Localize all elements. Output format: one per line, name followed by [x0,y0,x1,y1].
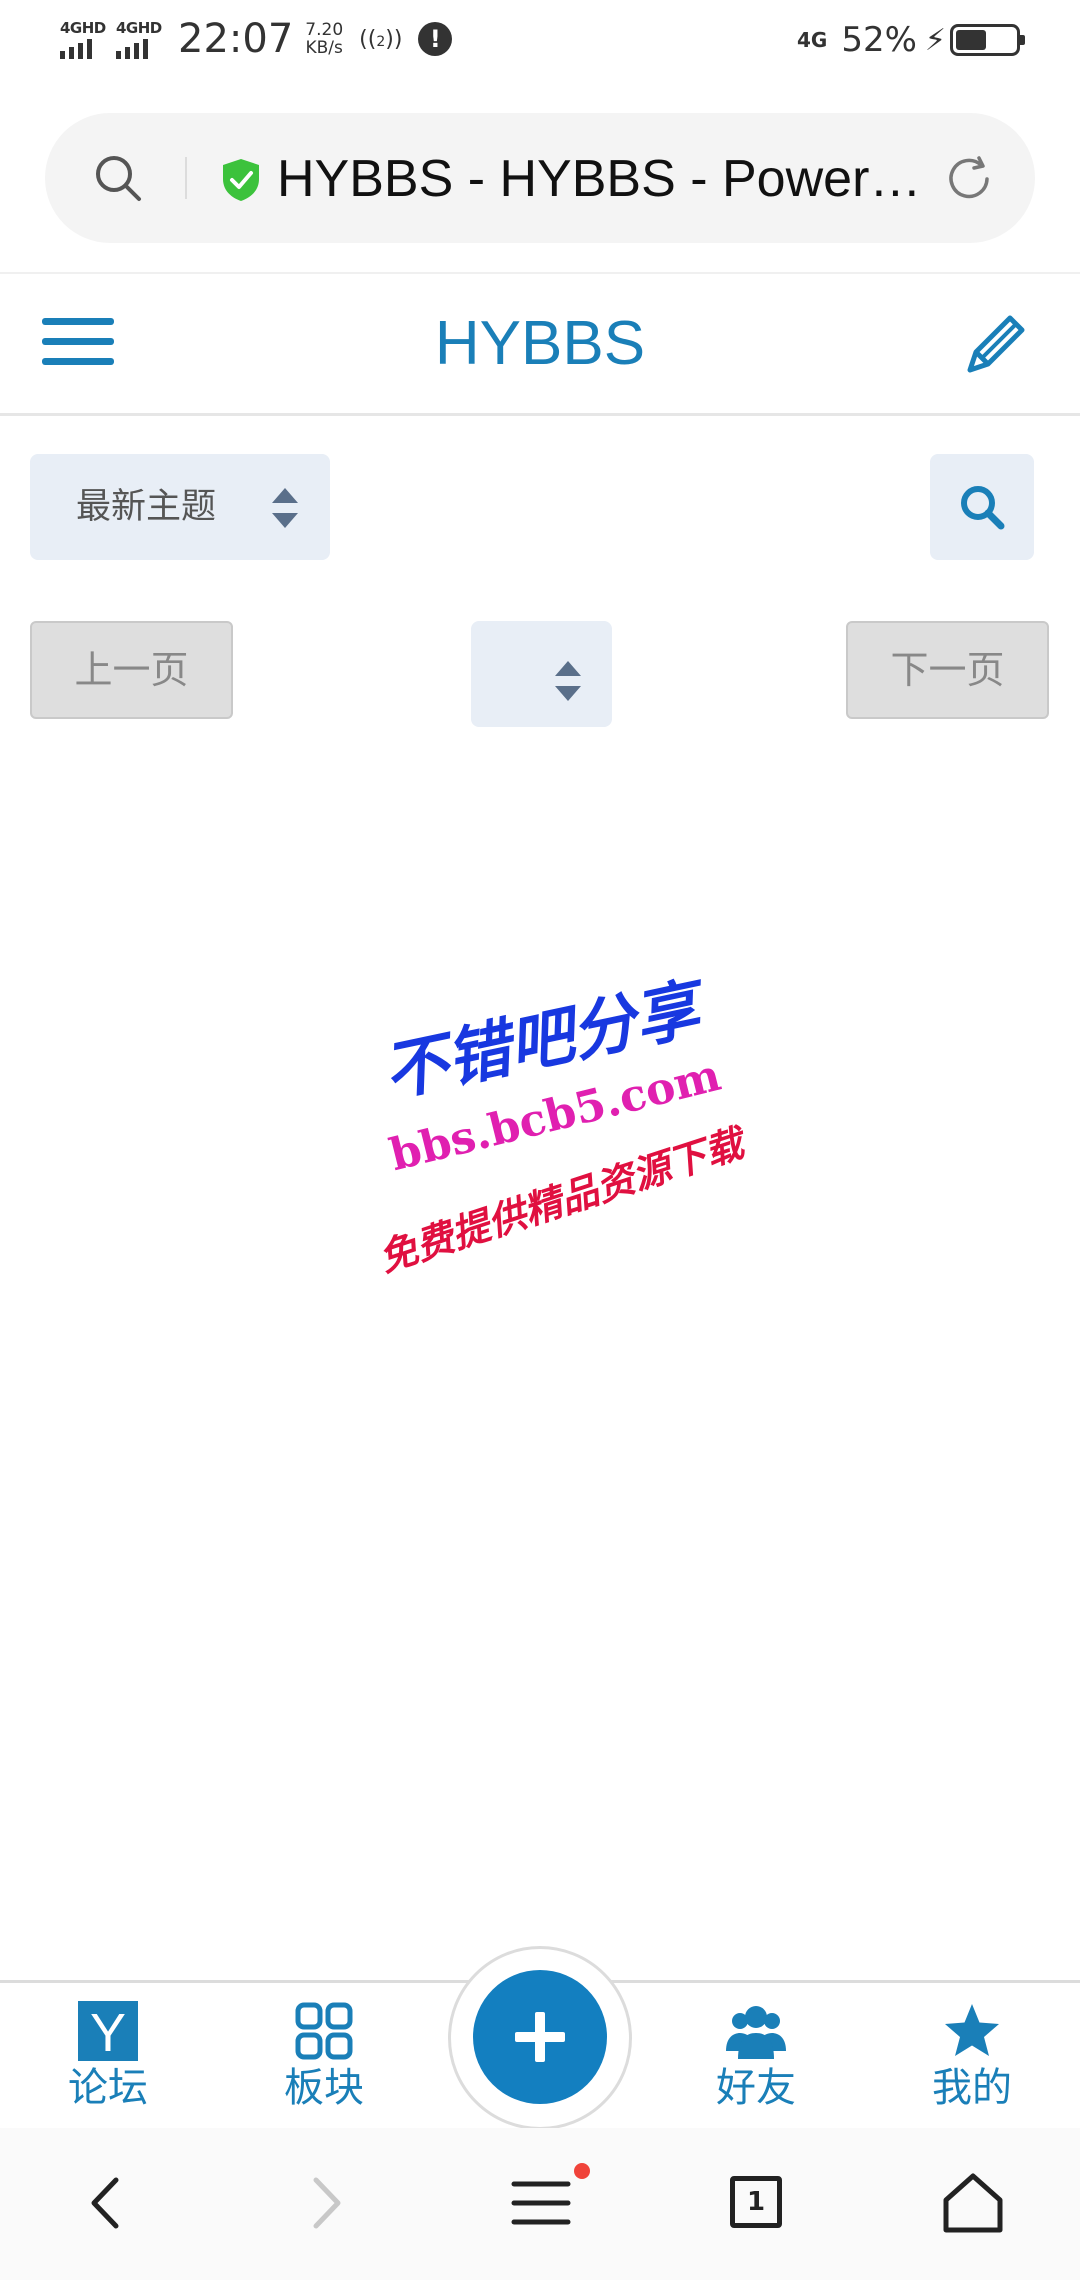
tab-board-label: 板块 [284,2065,364,2111]
grid-icon [295,2002,353,2060]
add-post-button[interactable] [473,1970,607,2104]
reload-icon[interactable] [943,153,995,205]
secure-shield-icon [223,159,259,201]
tab-forum-label: 论坛 [68,2065,148,2111]
sort-select[interactable]: 最新主题 [30,454,330,560]
notification-dot [574,2163,590,2179]
speed-unit: KB/s [305,38,343,58]
forum-y-icon: Y [78,2001,138,2061]
signal-icon-1: 4GHD [58,17,106,61]
tab-friends[interactable]: 好友 [676,1983,836,2131]
prev-page-button[interactable]: 上一页 [30,621,233,719]
address-separator [185,157,187,199]
tab-mine[interactable]: 我的 [892,1983,1052,2131]
hotspot-icon: ((2)) [359,26,403,52]
charging-icon: ⚡ [924,22,946,58]
search-button[interactable] [930,454,1034,560]
network-4g-icon: 4G [797,28,828,52]
network-label-2: 4GHD [116,19,162,37]
status-bar: 4GHD 4GHD 22:07 7.20 KB/s ((2)) ! 4G 52%… [0,0,1080,84]
tab-board[interactable]: 板块 [244,1983,404,2131]
users-icon [726,2006,786,2059]
status-left: 4GHD 4GHD 22:07 7.20 KB/s ((2)) ! [58,16,453,62]
watermark: 不错吧分享 bbs.bcb5.com 免费提供精品资源下载 [360,970,748,1300]
select-arrows-icon [555,661,583,701]
status-right: 4G 52% ⚡ [797,20,1025,60]
clock: 22:07 [178,16,294,62]
star-icon [945,2004,999,2056]
alert-icon: ! [418,22,453,56]
home-icon[interactable] [938,2168,1008,2238]
network-label-1: 4GHD [60,19,106,37]
hotspot-label: 2 [376,33,386,50]
network-speed: 7.20 KB/s [305,21,343,57]
tab-mine-label: 我的 [932,2065,1012,2111]
page-title: HYBBS [434,309,646,378]
page-select[interactable] [471,621,612,727]
search-icon[interactable] [93,153,143,203]
battery-percent: 52% [841,20,917,60]
battery-icon [950,24,1025,56]
tab-friends-label: 好友 [716,2065,796,2111]
tab-forum[interactable]: Y 论坛 [28,1983,188,2131]
search-icon [961,486,1005,530]
forward-icon[interactable] [290,2168,360,2238]
app-header: HYBBS [0,274,1080,416]
tabs-count: 1 [730,2176,782,2228]
back-icon[interactable] [72,2168,142,2238]
speed-value: 7.20 [305,20,344,40]
menu-icon[interactable] [506,2168,576,2238]
page-url-title[interactable]: HYBBS - HYBBS - Powered by HYBBS [277,149,937,209]
sort-selected-value: 最新主题 [76,487,217,527]
browser-nav-bar: 1 [0,2128,1080,2280]
battery-fill [956,30,986,50]
next-page-button[interactable]: 下一页 [846,621,1049,719]
tabs-switcher-button[interactable]: 1 [722,2168,792,2238]
select-arrows-icon [272,488,300,528]
signal-icon-2: 4GHD [114,17,162,61]
forum-icon-letter: Y [90,2003,126,2061]
address-bar[interactable]: HYBBS - HYBBS - Powered by HYBBS [45,113,1035,243]
edit-pen-icon[interactable] [960,308,1032,380]
